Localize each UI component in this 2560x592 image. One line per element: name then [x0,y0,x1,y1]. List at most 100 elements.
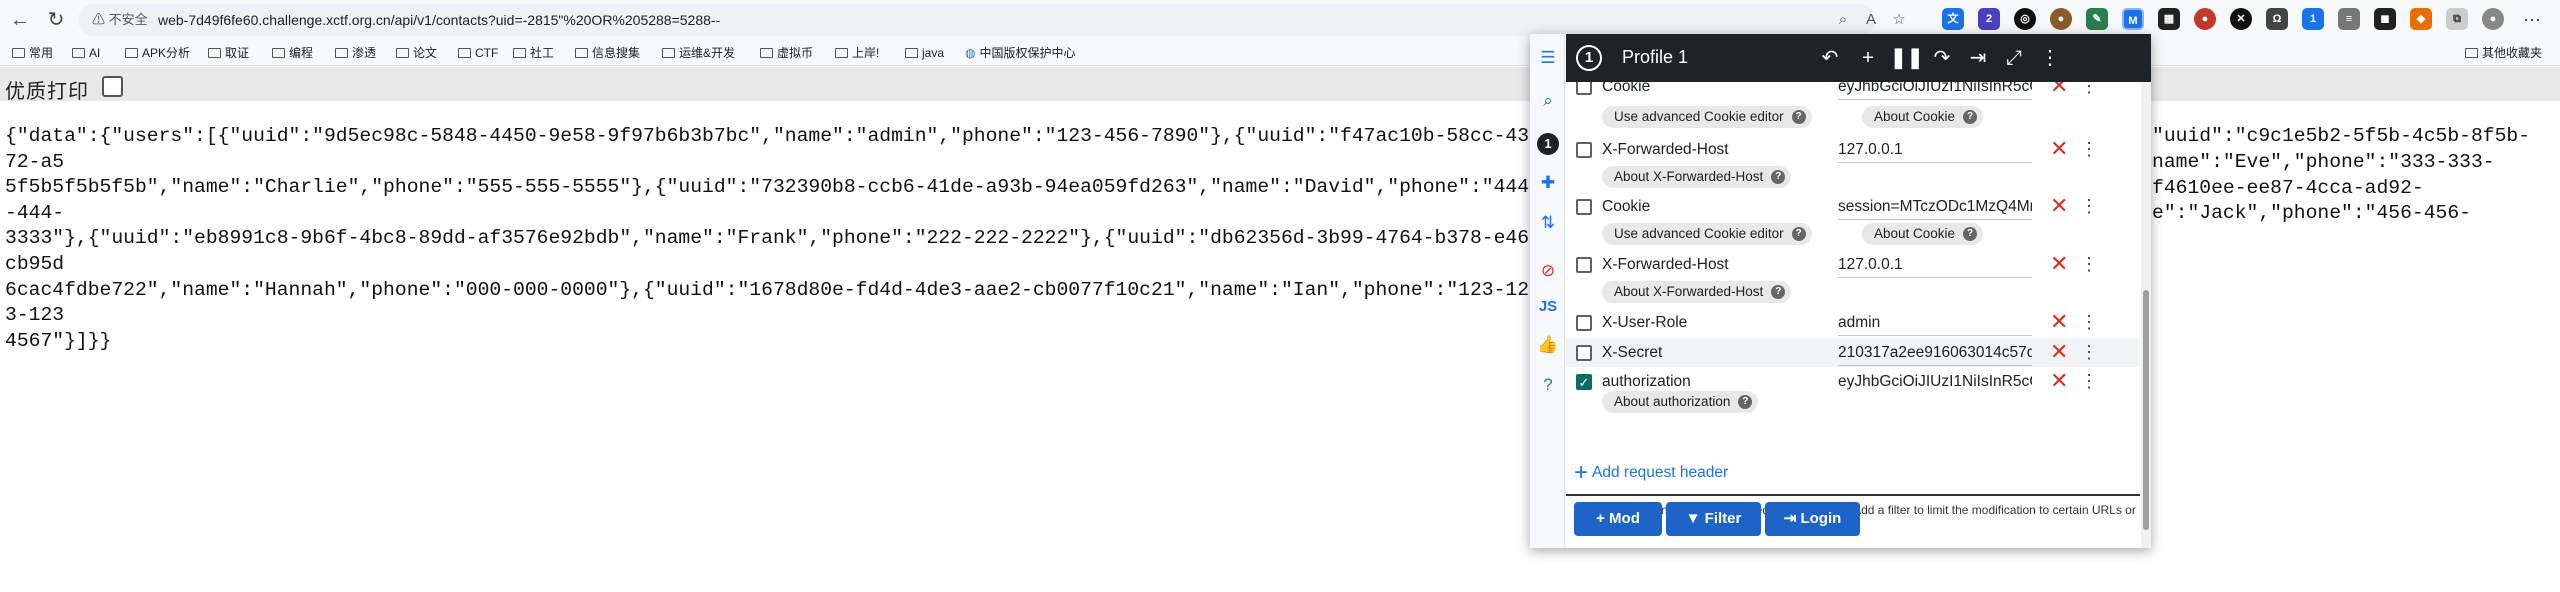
delete-icon[interactable]: ✕ [2050,82,2068,98]
scrollbar-thumb[interactable] [2143,290,2149,530]
scrollbar[interactable] [2141,82,2151,548]
thumbs-up-icon[interactable]: 👍 [1537,334,1559,356]
import-icon[interactable]: ⇥ [1964,44,1992,72]
header-name[interactable]: X-Forwarded-Host [1602,141,1729,159]
more-vert-icon[interactable]: ⋮ [2080,195,2098,217]
favorite-star-icon[interactable]: ☆ [1886,4,1912,36]
header-value[interactable]: 127.0.0.1 [1838,141,2032,163]
bookmark-folder[interactable]: 渗透 [335,45,376,61]
about-cookie-chip[interactable]: About Cookie? [1862,223,1984,245]
undo-icon[interactable]: ↶ [1816,44,1844,72]
delete-icon[interactable]: ✕ [2050,194,2068,218]
bookmark-folder[interactable]: 虚拟币 [760,45,813,61]
about-x-forwarded-host-chip[interactable]: About X-Forwarded-Host? [1602,281,1792,303]
extension-icon[interactable]: ◼ [2374,8,2396,30]
more-menu-icon[interactable]: ⋯ [2518,6,2546,34]
extension-metamask-icon[interactable]: ◆ [2410,8,2432,30]
header-value[interactable]: admin [1838,314,2032,336]
extension-icon[interactable]: ◎ [2014,8,2036,30]
header-value[interactable]: session=MTczODc1MzQ4MnxEV [1838,198,2032,220]
zoom-icon[interactable]: ⌕ [1830,4,1856,36]
more-vert-icon[interactable]: ⋮ [2080,370,2098,392]
more-vert-icon[interactable]: ⋮ [2036,44,2064,72]
delete-icon[interactable]: ✕ [2050,137,2068,161]
header-name[interactable]: Cookie [1602,82,1650,96]
javascript-icon[interactable]: JS [1537,296,1559,318]
enable-checkbox[interactable] [1576,199,1592,215]
avatar[interactable]: ● [2482,8,2504,30]
add-modifier-icon[interactable]: ✚ [1537,172,1559,194]
profile-number-icon[interactable]: 1 [1537,133,1559,155]
expand-icon[interactable]: ⤢ [2000,44,2028,72]
header-name[interactable]: authorization [1602,373,1691,391]
enable-checkbox-checked[interactable]: ✓ [1576,374,1592,390]
extensions-puzzle-icon[interactable]: ⧉ [2446,8,2468,30]
extension-modheader-icon[interactable]: M [2122,8,2144,30]
advanced-cookie-editor-chip[interactable]: Use advanced Cookie editor? [1602,106,1812,128]
enable-checkbox[interactable] [1576,142,1592,158]
delete-icon[interactable]: ✕ [2050,369,2068,393]
hide-icon[interactable]: ⊘ [1537,260,1559,282]
header-value[interactable]: eyJhbGciOiJIUzI1NiIsInR5cCI6Ik [1838,373,2032,392]
about-authorization-chip[interactable]: About authorization? [1602,391,1759,413]
extension-translate-icon[interactable]: 文 [1942,8,1964,30]
delete-icon[interactable]: ✕ [2050,252,2068,276]
more-vert-icon[interactable]: ⋮ [2080,311,2098,333]
address-bar[interactable]: ⚠ 不安全 web-7d49f6fe60.challenge.xctf.org.… [78,4,1906,36]
bookmark-link[interactable]: ◍ 中国版权保护中心 [965,45,1076,61]
login-button[interactable]: ⇥ Login [1765,502,1860,536]
bookmark-folder[interactable]: 信息搜集 [575,45,640,61]
bookmark-folder[interactable]: APK分析 [125,45,190,61]
header-value[interactable]: 210317a2ee916063014c57d879 [1838,344,2032,366]
back-icon[interactable]: ← [6,6,34,34]
delete-icon[interactable]: ✕ [2050,340,2068,364]
extension-icon[interactable]: 1 [2302,8,2324,30]
other-bookmarks-folder[interactable]: 其他收藏夹 [2465,45,2542,61]
help-icon[interactable]: ? [1537,374,1559,396]
advanced-cookie-editor-chip[interactable]: Use advanced Cookie editor? [1602,223,1812,245]
bookmark-folder[interactable]: 运维&开发 [662,45,735,61]
extension-icon[interactable]: ▦ [2158,8,2180,30]
extension-icon[interactable]: 2 [1978,8,2000,30]
add-request-header-button[interactable]: + Add request header [1574,459,1728,487]
enable-checkbox[interactable] [1576,257,1592,273]
enable-checkbox[interactable] [1576,315,1592,331]
menu-icon[interactable]: ☰ [1537,47,1559,69]
more-vert-icon[interactable]: ⋮ [2080,82,2098,97]
more-vert-icon[interactable]: ⋮ [2080,138,2098,160]
share-icon[interactable]: ↷ [1928,44,1956,72]
header-value[interactable]: eyJhbGciOiJIUzI1NiIsInR5cCI6Ik [1838,82,2032,100]
enable-checkbox[interactable] [1576,82,1592,95]
pretty-print-checkbox[interactable] [102,76,123,97]
sort-icon[interactable]: ⇅ [1537,212,1559,234]
bookmark-folder[interactable]: 常用 [12,45,53,61]
header-value[interactable]: 127.0.0.1 [1838,256,2032,278]
extension-icon[interactable]: ≡ [2338,8,2360,30]
profile-name[interactable]: Profile 1 [1622,47,1688,68]
header-name[interactable]: Cookie [1602,198,1650,216]
extension-icon[interactable]: ● [2194,8,2216,30]
enable-checkbox[interactable] [1576,345,1592,361]
extension-icon[interactable]: ✎ [2086,8,2108,30]
header-name[interactable]: X-Forwarded-Host [1602,256,1729,274]
extension-x-icon[interactable]: ✕ [2230,8,2252,30]
header-name[interactable]: X-User-Role [1602,314,1687,332]
add-mod-button[interactable]: + Mod [1574,502,1662,536]
search-icon[interactable]: ⌕ [1537,90,1559,112]
extension-icon[interactable]: Ω [2266,8,2288,30]
security-label[interactable]: ⚠ 不安全 [92,4,148,36]
bookmark-folder[interactable]: java [905,45,944,61]
about-x-forwarded-host-chip[interactable]: About X-Forwarded-Host? [1602,166,1792,188]
bookmark-folder[interactable]: 论文 [396,45,437,61]
add-filter-button[interactable]: ▼ Filter [1666,502,1761,536]
bookmark-folder[interactable]: 取证 [208,45,249,61]
reload-icon[interactable]: ↻ [42,6,70,34]
bookmark-folder[interactable]: CTF [458,45,498,61]
add-icon[interactable]: + [1854,44,1882,72]
more-vert-icon[interactable]: ⋮ [2080,341,2098,363]
about-cookie-chip[interactable]: About Cookie? [1862,106,1984,128]
profile-number-badge[interactable]: 1 [1576,45,1602,71]
read-aloud-icon[interactable]: A [1858,4,1884,36]
bookmark-folder[interactable]: 编程 [272,45,313,61]
more-vert-icon[interactable]: ⋮ [2080,253,2098,275]
